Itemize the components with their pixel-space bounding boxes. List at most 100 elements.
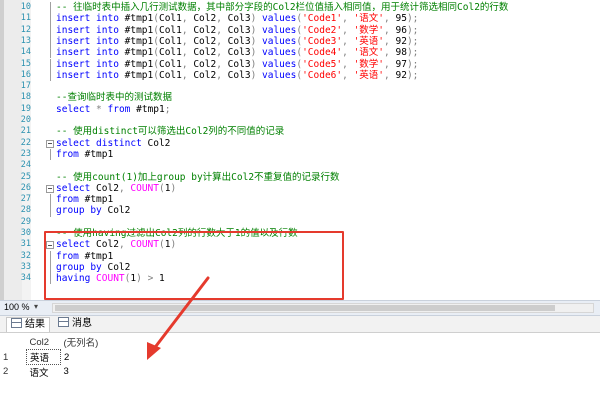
code-line[interactable]: 11 insert into #tmp1(Col1, Col2, Col3) va…: [0, 13, 600, 25]
scrollbar-thumb[interactable]: [55, 305, 555, 311]
tab-messages[interactable]: 消息: [54, 317, 96, 331]
collapse-icon[interactable]: [46, 183, 55, 194]
outline-bar: [46, 261, 55, 274]
code-line[interactable]: 13 insert into #tmp1(Col1, Col2, Col3) va…: [0, 35, 600, 48]
code-line[interactable]: 25 -- 使用count(1)加上group by计算出Col2不重复值的记录行…: [0, 172, 600, 183]
code-line[interactable]: 28 group by Col2: [0, 205, 600, 217]
code-token: -- 使用count(1)加上group by计算出Col2不重复值的记录行数: [56, 171, 340, 183]
column-header[interactable]: (无列名): [61, 335, 102, 350]
code-token: ,: [342, 69, 354, 81]
code-token: Col2: [193, 47, 217, 59]
code-text: -- 使用having过滤出Col2列的行数大于1的值以及行数: [56, 228, 298, 239]
code-line[interactable]: 14 insert into #tmp1(Col1, Col2, Col3) va…: [0, 47, 600, 59]
line-number: 15: [20, 58, 31, 69]
code-token: );: [406, 47, 419, 59]
code-line[interactable]: 32 from #tmp1: [0, 250, 600, 262]
outline-bar: [46, 58, 55, 70]
code-token: ,: [118, 182, 131, 194]
code-line[interactable]: 20: [0, 115, 600, 126]
code-token: 98: [395, 47, 407, 59]
code-token: 'Code3': [302, 35, 343, 47]
code-line[interactable]: 12 insert into #tmp1(Col1, Col2, Col3) va…: [0, 24, 600, 36]
code-token: select: [56, 239, 97, 251]
code-text: select Col2, COUNT(1): [56, 183, 176, 194]
code-token: ,: [342, 58, 354, 70]
code-line[interactable]: 27 from #tmp1: [0, 194, 600, 206]
zoom-dropdown-icon[interactable]: ▾: [34, 302, 38, 311]
code-token: from: [107, 103, 137, 115]
code-text: from #tmp1: [56, 149, 113, 160]
code-token: group by: [56, 205, 108, 217]
results-tabs: 结果 消息: [0, 316, 600, 333]
sql-editor[interactable]: 10 -- 往临时表中插入几行测试数据，其中部分字段的Col2栏位值插入相同值，用…: [0, 0, 600, 300]
horizontal-scrollbar[interactable]: [52, 303, 594, 313]
code-token: #tmp1: [136, 103, 165, 115]
code-token: Col1: [158, 69, 182, 81]
code-line[interactable]: 21 -- 使用distinct可以筛选出Col2列的不同值的记录: [0, 126, 600, 137]
code-line[interactable]: 31 select Col2, COUNT(1): [0, 239, 600, 250]
line-number: 20: [20, 115, 31, 125]
row-number[interactable]: 2: [0, 365, 27, 380]
code-line[interactable]: 30 -- 使用having过滤出Col2列的行数大于1的值以及行数: [0, 228, 600, 239]
line-number: 33: [20, 261, 31, 272]
table-cell[interactable]: 语文: [27, 365, 61, 379]
code-line[interactable]: 22 select distinct Col2: [0, 138, 600, 149]
zoom-level[interactable]: 100 %: [4, 302, 30, 312]
code-line[interactable]: 19 select * from #tmp1;: [0, 104, 600, 115]
code-line[interactable]: 29: [0, 217, 600, 228]
code-token: #tmp1: [124, 24, 154, 36]
results-table: Col2 (无列名) 1 英语 2 2 语文 3: [0, 335, 102, 380]
code-line[interactable]: 18 --查询临时表中的测试数据: [0, 92, 600, 103]
code-token: from: [56, 250, 85, 262]
code-text: from #tmp1: [56, 251, 113, 262]
code-token: Col2: [147, 137, 171, 149]
code-token: Col2: [193, 58, 217, 70]
outline-bar: [46, 250, 55, 262]
code-line[interactable]: 26 select Col2, COUNT(1): [0, 183, 600, 194]
code-token: #tmp1: [84, 250, 114, 262]
table-cell[interactable]: 2: [61, 350, 102, 365]
line-number: 17: [20, 81, 31, 92]
row-number[interactable]: 1: [0, 350, 27, 365]
table-cell[interactable]: 英语: [26, 349, 61, 365]
collapse-icon[interactable]: [46, 138, 55, 149]
code-token: --查询临时表中的测试数据: [56, 92, 172, 104]
code-token: Col1: [158, 24, 182, 36]
code-token: #tmp1: [124, 47, 154, 59]
code-line[interactable]: 24: [0, 160, 600, 171]
outline-bar: [46, 273, 55, 285]
code-token: select: [56, 103, 97, 115]
code-line[interactable]: 17: [0, 81, 600, 92]
code-line[interactable]: 33 group by Col2: [0, 261, 600, 274]
code-token: Col3: [227, 13, 251, 25]
code-token: COUNT: [130, 182, 159, 194]
column-header[interactable]: Col2: [27, 335, 61, 350]
line-number: 14: [20, 47, 31, 58]
code-token: having: [56, 273, 97, 285]
message-icon: [58, 317, 69, 327]
outline-bar: [46, 2, 55, 14]
collapse-icon[interactable]: [46, 239, 55, 250]
code-token: ,: [181, 24, 194, 36]
code-token: '数学': [353, 24, 385, 36]
grid-icon: [11, 318, 22, 328]
code-line[interactable]: 16 insert into #tmp1(Col1, Col2, Col3) va…: [0, 69, 600, 82]
tab-results[interactable]: 结果: [6, 317, 50, 332]
code-line[interactable]: 23 from #tmp1: [0, 148, 600, 161]
table-row: 1 英语 2: [0, 349, 102, 365]
code-line[interactable]: 10 -- 往临时表中插入几行测试数据，其中部分字段的Col2栏位值插入相同值，用…: [0, 2, 600, 14]
line-number: 18: [20, 92, 31, 103]
code-text: select distinct Col2: [56, 138, 170, 149]
code-token: insert into: [56, 24, 125, 36]
code-token: 'Code4': [302, 47, 343, 59]
code-token: );: [406, 13, 419, 25]
code-token: 92: [395, 69, 407, 81]
code-token: ,: [384, 58, 396, 70]
line-number: 30: [20, 228, 31, 238]
code-line[interactable]: 34 having COUNT(1) > 1: [0, 273, 600, 285]
code-token: -- 使用distinct可以筛选出Col2列的不同值的记录: [56, 126, 285, 138]
line-number: 25: [20, 171, 31, 182]
table-cell[interactable]: 3: [61, 365, 102, 380]
code-line[interactable]: 15 insert into #tmp1(Col1, Col2, Col3) va…: [0, 58, 600, 70]
code-token: );: [406, 24, 419, 36]
